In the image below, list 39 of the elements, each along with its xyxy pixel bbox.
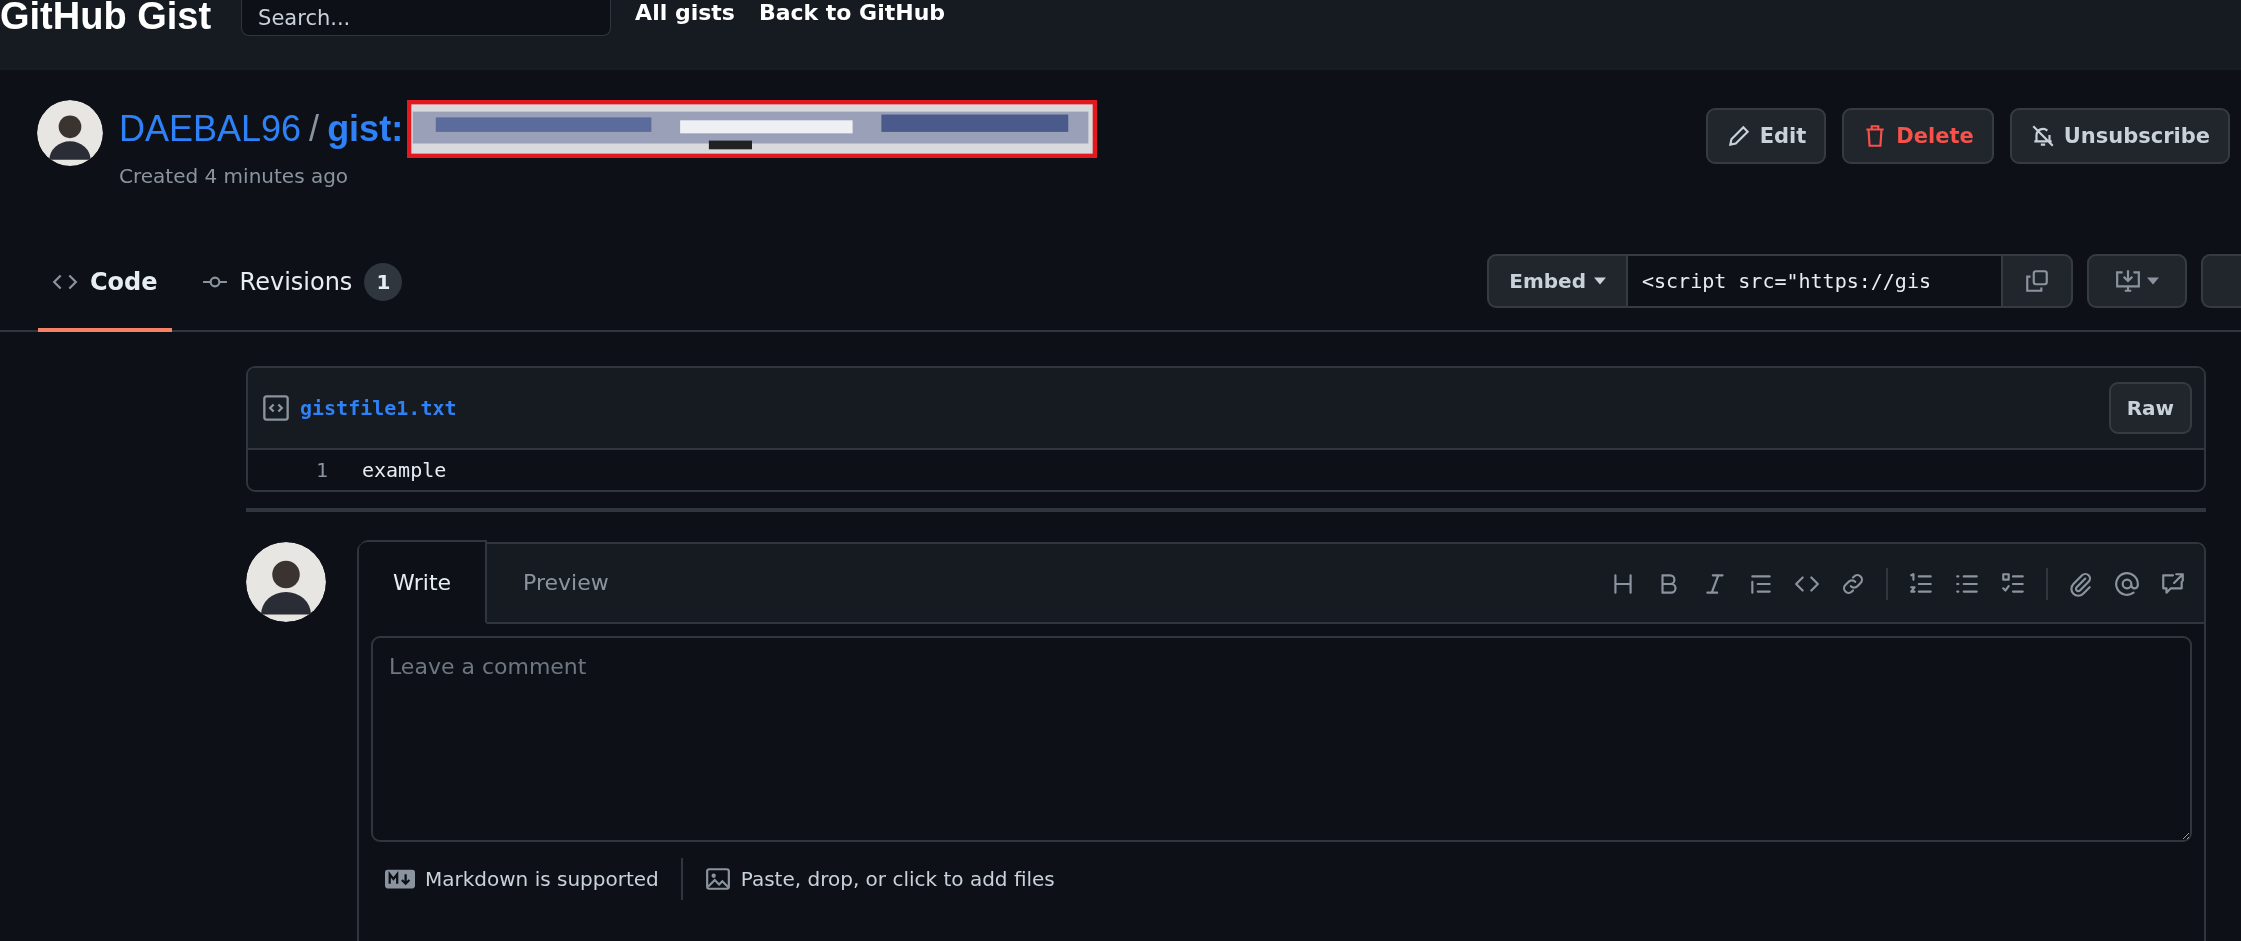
gist-name-link[interactable]: gist: <box>327 108 404 150</box>
caret-icon <box>2147 276 2159 285</box>
comment-field[interactable]: Leave a comment <box>371 636 2192 842</box>
editor-tab[interactable]: Write <box>359 540 488 624</box>
footer-link[interactable]: Paste, drop, or click to add files <box>704 866 1055 892</box>
delete-button[interactable]: Delete <box>1842 108 1994 164</box>
caret-icon <box>1594 276 1606 285</box>
nav-link[interactable]: Back to GitHub <box>758 0 946 26</box>
edit-button[interactable]: Edit <box>1705 108 1827 164</box>
owner-link[interactable]: DAEBAL96 <box>119 108 302 150</box>
copy-icon <box>2024 267 2050 294</box>
raw-button[interactable]: Raw <box>2108 382 2192 434</box>
mention-icon[interactable] <box>2114 571 2140 597</box>
paperclip-icon[interactable] <box>2068 571 2094 597</box>
search-field[interactable]: Search... <box>241 0 612 36</box>
site-logo[interactable]: GitHub Gist <box>0 0 212 38</box>
download-button[interactable] <box>2087 253 2187 308</box>
link-icon[interactable] <box>1840 571 1866 597</box>
image-icon <box>704 866 731 892</box>
markdown-icon <box>385 869 415 889</box>
copy-button[interactable] <box>2001 253 2073 308</box>
tab[interactable]: Code <box>38 235 172 332</box>
count-badge: 1 <box>364 262 403 301</box>
file-name-link[interactable]: gistfile1.txt <box>300 396 2099 420</box>
code-line: example <box>362 458 447 482</box>
footer-link[interactable]: Markdown is supported <box>385 867 659 891</box>
line-number: 1 <box>314 458 329 482</box>
unsubscribe-button[interactable]: Unsubscribe <box>2009 108 2230 164</box>
avatar[interactable] <box>37 100 103 166</box>
code-file-icon <box>262 394 290 422</box>
nav-link[interactable]: All gists <box>635 0 735 26</box>
path-separator: / <box>309 108 320 150</box>
created-time: Created 4 minutes ago <box>119 164 350 188</box>
desktop-download-icon <box>2115 267 2141 294</box>
embed-code-field[interactable]: <script src="https://gis <box>1628 253 2001 308</box>
reference-icon[interactable] <box>2160 571 2186 597</box>
editor-tab[interactable]: Preview <box>487 540 645 624</box>
tab[interactable]: Revisions 1 <box>187 235 417 332</box>
embed-dropdown[interactable]: Embed <box>1487 253 1628 308</box>
